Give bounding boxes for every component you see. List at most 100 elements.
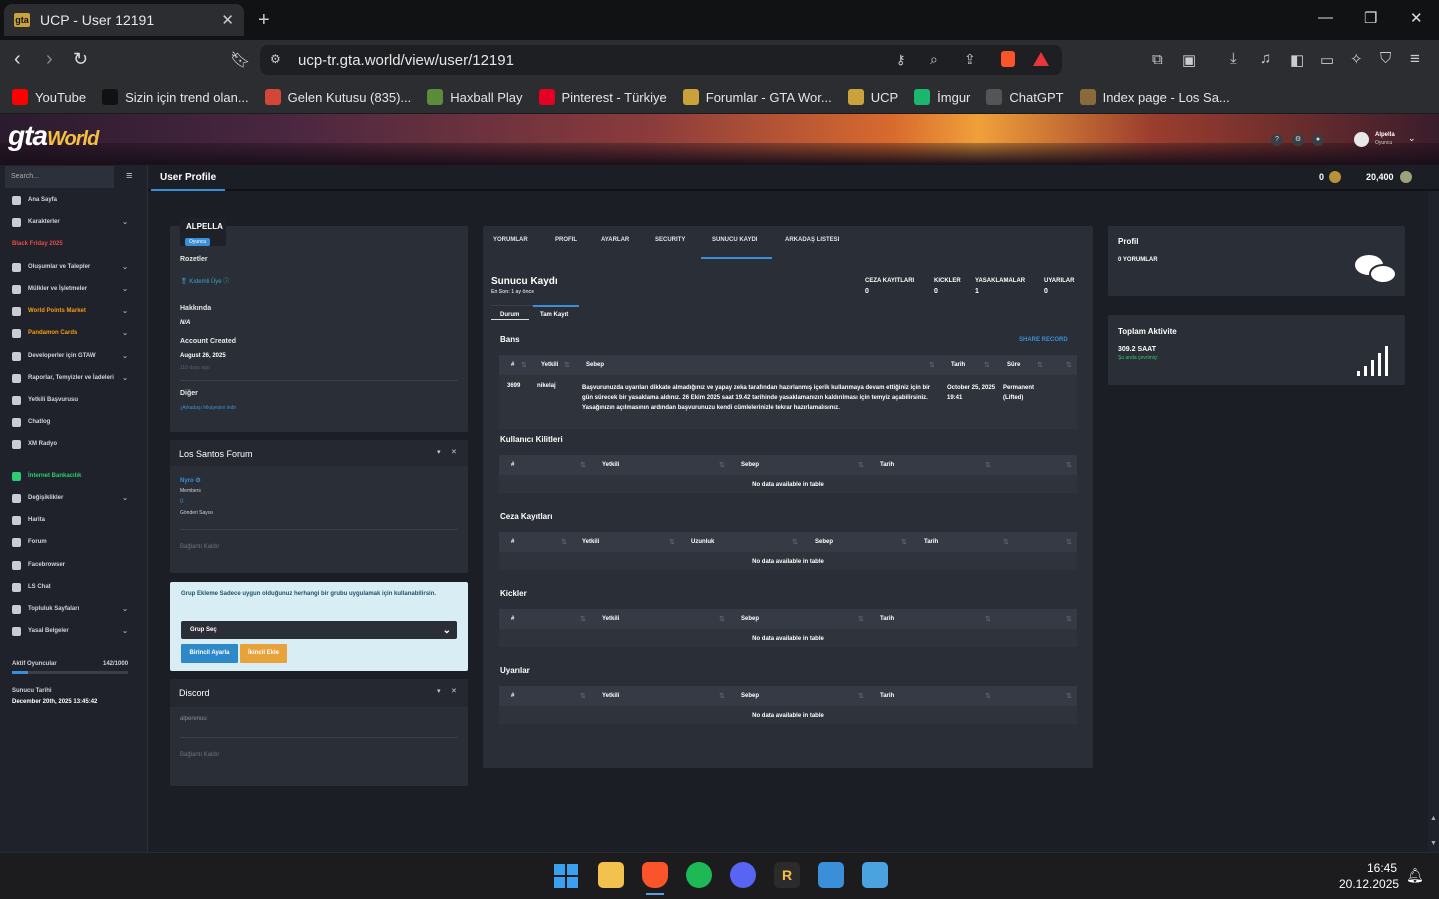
wallet-icon[interactable]: ▭ (1320, 51, 1334, 69)
tab-ayarlar[interactable]: AYARLAR (601, 237, 629, 243)
bookmark-item[interactable]: Index page - Los Sa... (1079, 89, 1230, 105)
browser-tab[interactable]: gta UCP - User 12191 ✕ (4, 4, 244, 36)
sort-icon[interactable]: ⇅ (858, 461, 864, 469)
discord-unlink-button[interactable]: Bağlantı Kaldır (180, 752, 219, 758)
share-icon[interactable]: ⇪ (964, 51, 976, 68)
sort-icon[interactable]: ⇅ (901, 538, 907, 546)
subtab-status[interactable]: Durum (500, 312, 519, 318)
col-date[interactable]: Tarih (880, 616, 894, 622)
sidebar-item[interactable]: İnternet Bankacılık (0, 465, 148, 487)
notepad-icon[interactable] (862, 862, 888, 888)
subtab-full[interactable]: Tam Kayıt (540, 312, 568, 318)
vpn-shield-icon[interactable]: ⛉ (1380, 50, 1391, 67)
sidebar-item[interactable]: Pandamon Cards ⌄ (0, 322, 148, 344)
veteran-badge[interactable]: 🎖︎ Kıdemli Üye ⓘ (180, 276, 229, 285)
help-icon[interactable]: ? (1271, 134, 1283, 146)
col-staff[interactable]: Yetkili (602, 693, 619, 699)
sort-icon[interactable]: ⇅ (719, 461, 725, 469)
notification-bell-icon[interactable]: 🔔︎ (1406, 867, 1424, 884)
discord-icon[interactable] (730, 862, 756, 888)
restore-icon[interactable]: ❐ (1364, 9, 1377, 27)
clock-date[interactable]: 20.12.2025 (1339, 877, 1399, 891)
photos-icon[interactable] (818, 862, 844, 888)
brave-browser-icon[interactable] (642, 862, 668, 888)
sidebar-item[interactable]: Yasal Belgeler ⌄ (0, 620, 148, 642)
scroll-down-icon[interactable]: ▼ (1430, 840, 1437, 847)
rage-mp-icon[interactable]: R (774, 862, 800, 888)
add-secondary-button[interactable]: İkincil Ekle (240, 644, 287, 663)
sidebar-item[interactable]: XM Radyo (0, 433, 148, 455)
col-reason[interactable]: Sebep (741, 462, 759, 468)
leo-ai-icon[interactable]: ✧ (1350, 50, 1363, 68)
menu-icon[interactable]: ≡ (1410, 49, 1420, 69)
search-input[interactable]: Search... (5, 166, 114, 188)
col-reason[interactable]: Sebep (815, 539, 833, 545)
col-reason[interactable]: Sebep (586, 362, 604, 368)
sort-icon[interactable]: ⇅ (1066, 461, 1072, 469)
group-select[interactable]: Grup Seç ⌄ (181, 621, 457, 639)
bookmark-item[interactable]: Haxball Play (427, 89, 523, 105)
tab-arkada-listesi[interactable]: ARKADAŞ LISTESI (785, 237, 839, 243)
sort-icon[interactable]: ⇅ (580, 461, 586, 469)
back-icon[interactable]: ‹ (14, 48, 21, 71)
col-reason[interactable]: Sebep (741, 616, 759, 622)
download-icon[interactable]: ⤓ (1230, 50, 1237, 67)
sort-icon[interactable]: ⇅ (985, 461, 991, 469)
col-reason[interactable]: Sebep (741, 693, 759, 699)
tab-user-profile[interactable]: User Profile (151, 166, 226, 191)
brave-shields-icon[interactable] (1001, 51, 1015, 67)
sort-icon[interactable]: ⇅ (984, 361, 990, 369)
user-menu-chevron-icon[interactable]: ⌄ (1408, 133, 1416, 144)
file-explorer-icon[interactable] (598, 862, 624, 888)
set-primary-button[interactable]: Birincil Ayarla (181, 644, 238, 663)
bookmark-item[interactable]: UCP (847, 89, 898, 105)
collapse-icon[interactable]: ▾ (437, 448, 441, 456)
sidebar-item[interactable]: Değişiklikler ⌄ (0, 487, 148, 509)
extensions-icon[interactable]: ⧉ (1152, 51, 1163, 68)
bookmark-item[interactable]: Gelen Kutusu (835)... (264, 89, 411, 105)
avatar[interactable] (1354, 132, 1369, 147)
sort-icon[interactable]: ⇅ (1037, 361, 1043, 369)
bookmark-item[interactable]: İmgur (914, 89, 970, 105)
sidebar-item[interactable]: Yetkili Başvurusu (0, 389, 148, 411)
sort-icon[interactable]: ⇅ (858, 615, 864, 623)
sort-icon[interactable]: ⇅ (564, 361, 570, 369)
sidebar-item[interactable]: Forum (0, 531, 148, 553)
col-staff[interactable]: Yetkili (602, 616, 619, 622)
music-icon[interactable]: ♫ (1260, 50, 1271, 67)
sidebar-item[interactable]: Ana Sayfa (0, 189, 148, 211)
sort-icon[interactable]: ⇅ (985, 692, 991, 700)
windows-start-icon[interactable] (554, 864, 578, 888)
zoom-icon[interactable]: ⌕ (930, 51, 938, 68)
col-duration[interactable]: Süre (1007, 362, 1020, 368)
bookmark-item[interactable]: Pinterest - Türkiye (538, 89, 667, 105)
sort-icon[interactable]: ⇅ (580, 615, 586, 623)
address-bar[interactable]: ucp-tr.gta.world/view/user/12191 (260, 45, 1062, 75)
sort-icon[interactable]: ⇅ (561, 538, 567, 546)
sort-icon[interactable]: ⇅ (580, 692, 586, 700)
tab-yorumlar[interactable]: YORUMLAR (493, 237, 528, 243)
sidebar-item[interactable]: Oluşumlar ve Talepler ⌄ (0, 256, 148, 278)
forum-unlink-button[interactable]: Bağlantı Kaldır (180, 544, 219, 550)
bookmark-item[interactable]: ChatGPT (986, 89, 1064, 105)
col-date[interactable]: Tarih (924, 539, 938, 545)
sidebar-item[interactable]: Harita (0, 509, 148, 531)
hamburger-icon[interactable]: ≡ (126, 170, 132, 182)
sort-icon[interactable]: ⇅ (1066, 692, 1072, 700)
key-icon[interactable]: ⚷ (896, 52, 906, 68)
forward-icon[interactable]: › (46, 48, 53, 71)
tab-search-icon[interactable]: ▣ (1182, 51, 1196, 69)
scrollbar[interactable] (1428, 191, 1439, 852)
sort-icon[interactable]: ⇅ (929, 361, 935, 369)
bookmark-item[interactable]: Sizin için trend olan... (102, 89, 249, 105)
col-staff[interactable]: Yetkili (582, 539, 599, 545)
col-id[interactable]: # (511, 616, 514, 622)
collapse-icon[interactable]: ▾ (437, 687, 441, 695)
tab-profil[interactable]: PROFIL (555, 237, 577, 243)
sidebar-item[interactable]: World Points Market ⌄ (0, 300, 148, 322)
col-id[interactable]: # (511, 362, 514, 368)
col-length[interactable]: Uzunluk (691, 539, 714, 545)
bookmark-item[interactable]: YouTube (12, 89, 86, 105)
minimize-icon[interactable]: — (1318, 9, 1333, 26)
user-name[interactable]: Alpella (1375, 132, 1395, 138)
